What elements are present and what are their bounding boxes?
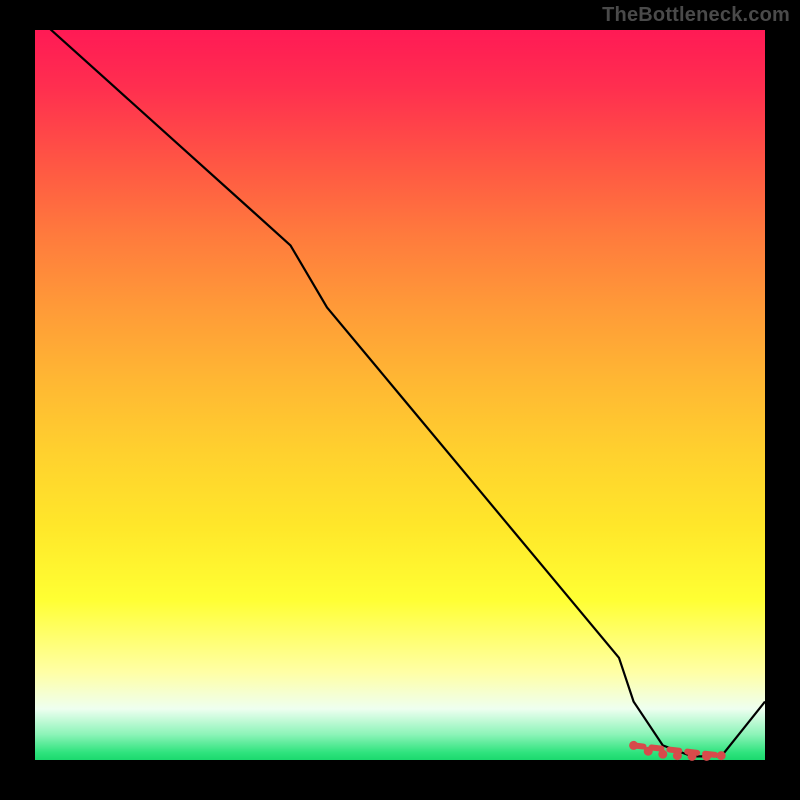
chart-overlay <box>35 30 765 760</box>
minimum-markers <box>629 741 726 761</box>
watermark-text: TheBottleneck.com <box>602 4 790 27</box>
curve-line <box>35 15 765 756</box>
